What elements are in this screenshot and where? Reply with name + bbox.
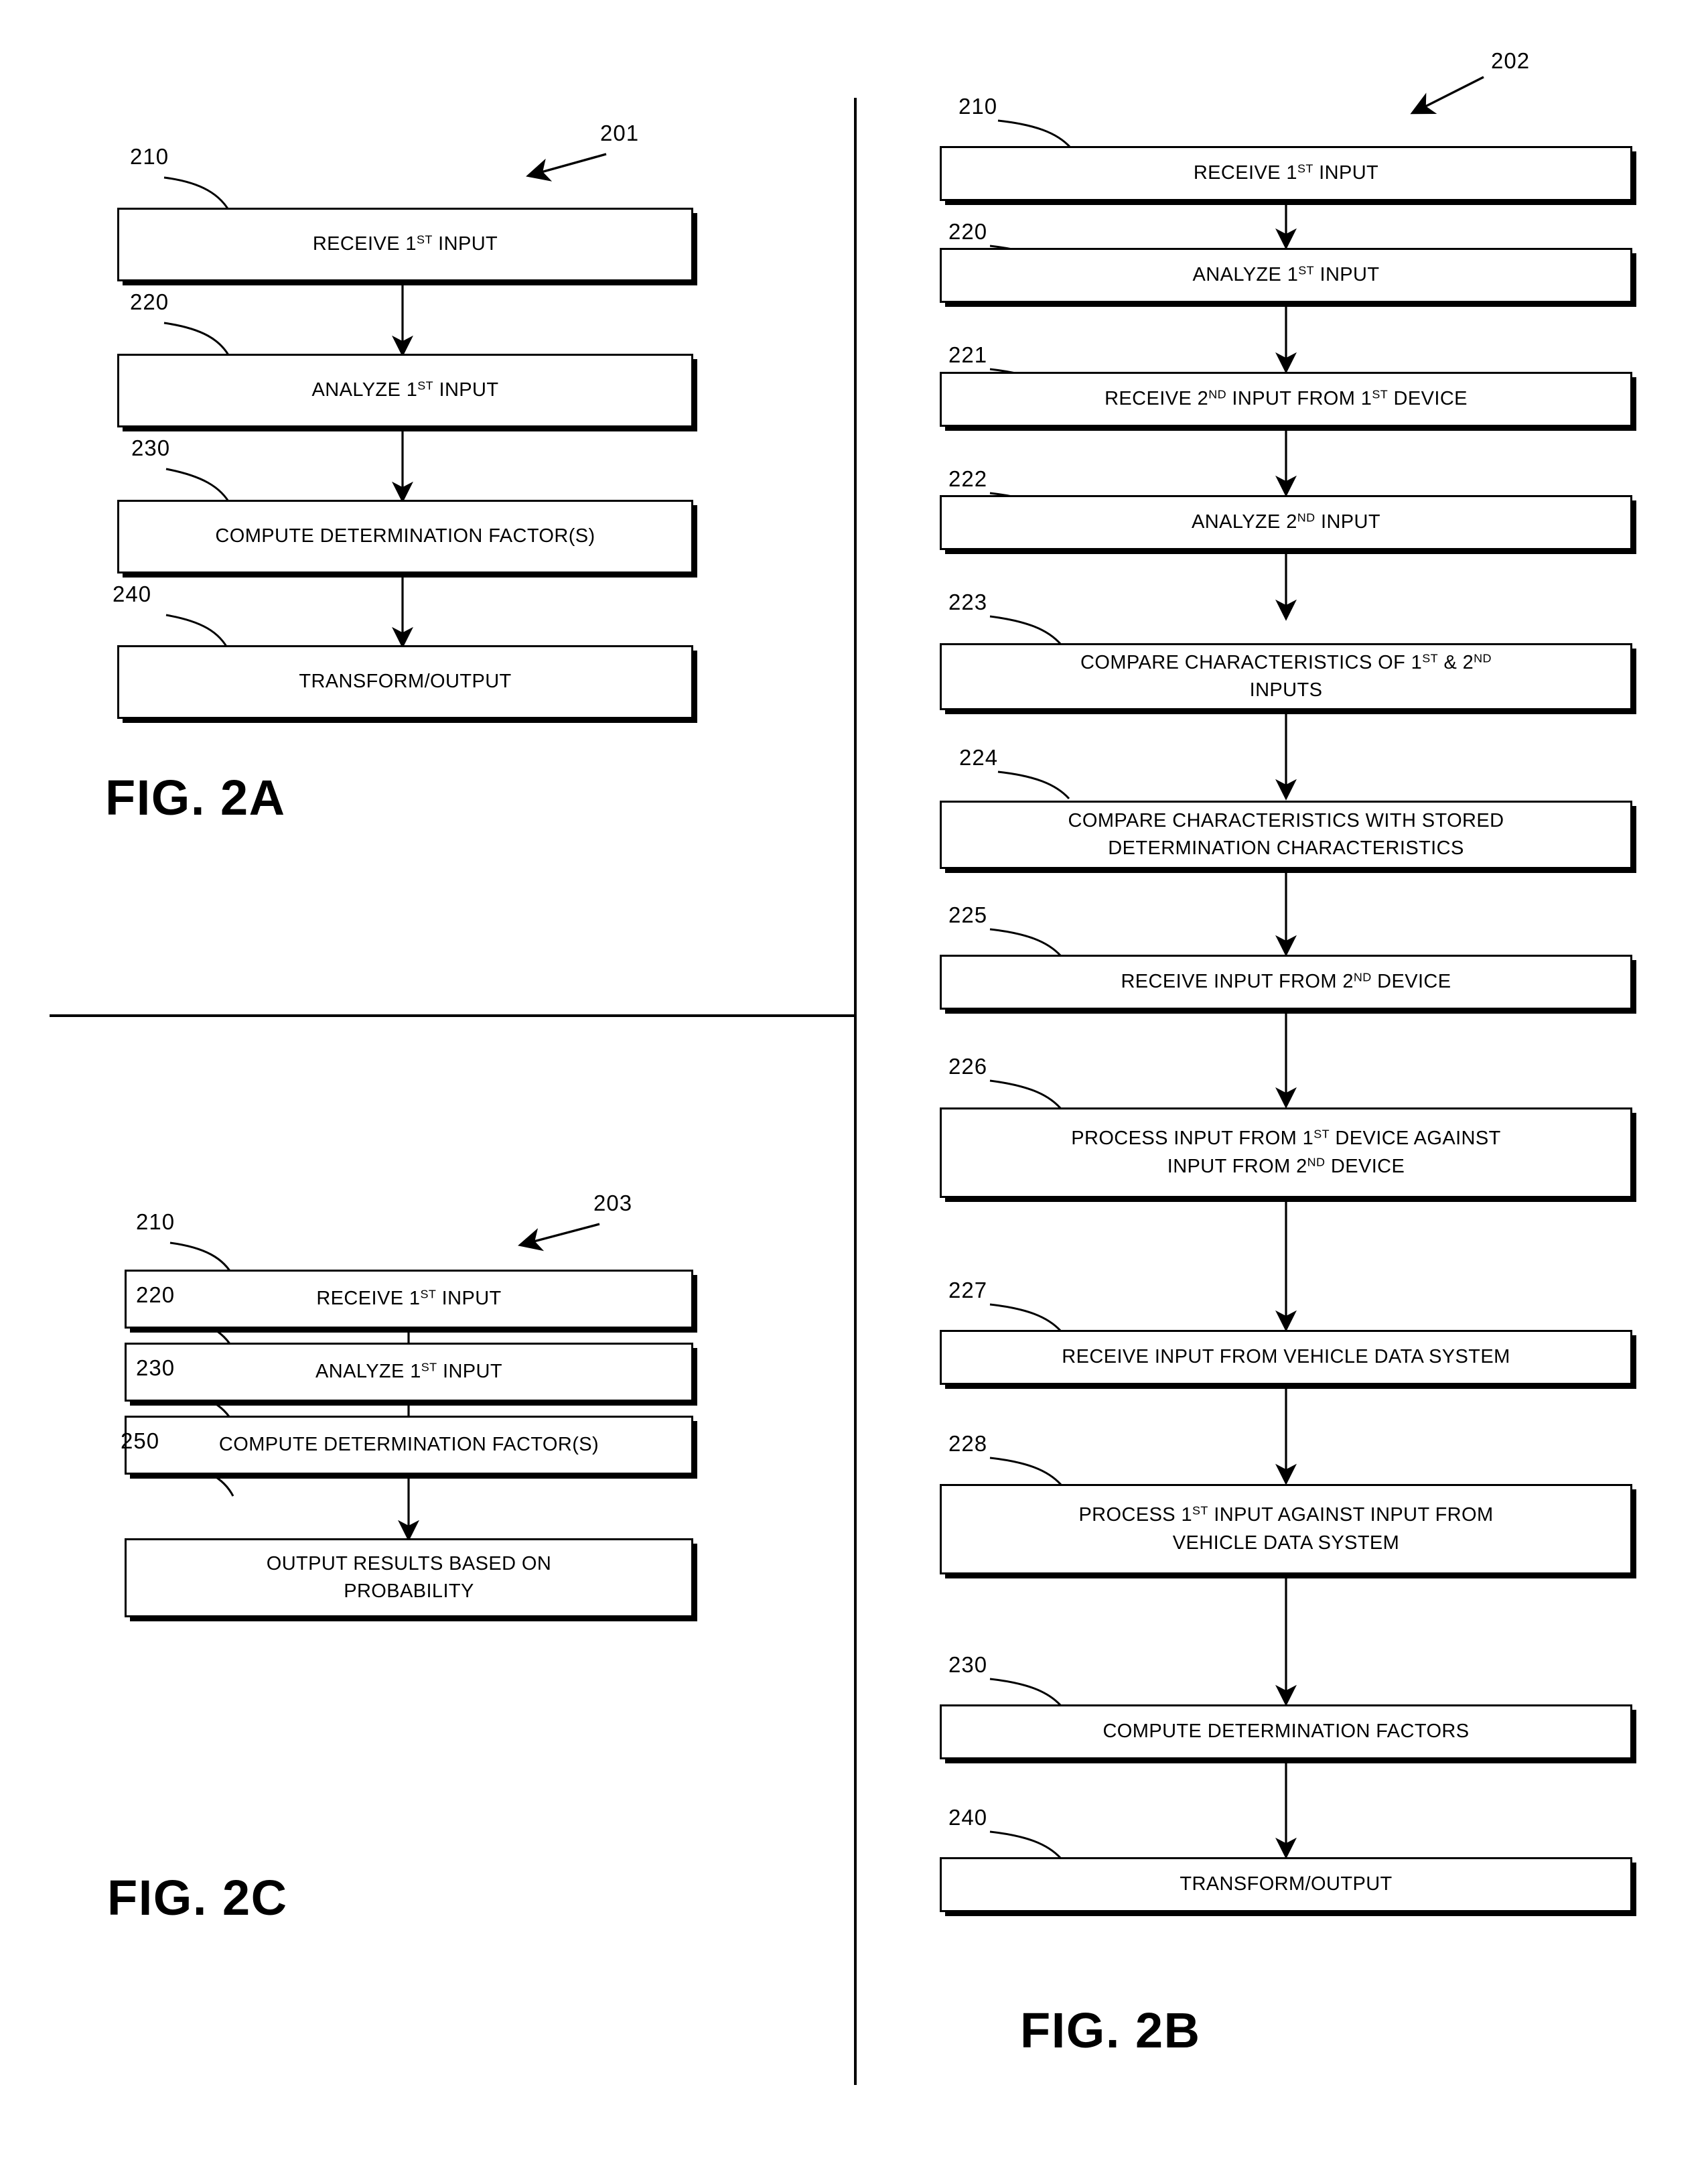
fig2b-step-box-227[interactable]: RECEIVE INPUT FROM VEHICLE DATA SYSTEM [940,1330,1632,1385]
fig2c-flow-numeral: 203 [593,1191,633,1215]
fig2b-step-box-230[interactable]: COMPUTE DETERMINATION FACTORS [940,1704,1632,1759]
fig2b-step-label-228: PROCESS 1ST INPUT AGAINST INPUT FROM VEHI… [1078,1503,1494,1554]
fig2c-step-box-210[interactable]: RECEIVE 1ST INPUT [125,1270,693,1329]
fig2a-step-box-210[interactable]: RECEIVE 1ST INPUT [117,208,693,281]
fig2b-step-box-228[interactable]: PROCESS 1ST INPUT AGAINST INPUT FROM VEHI… [940,1484,1632,1574]
fig2c-step-label-210: RECEIVE 1ST INPUT [316,1288,502,1310]
fig2b-step-numeral-225: 225 [948,902,988,927]
fig2a-step-label-230: COMPUTE DETERMINATION FACTOR(S) [215,525,595,547]
fig2a-step-label-220: ANALYZE 1ST INPUT [311,379,499,401]
fig2a-step-box-230[interactable]: COMPUTE DETERMINATION FACTOR(S) [117,500,693,573]
left-column-divider-horizontal [50,1014,857,1017]
fig2b-flow-numeral: 202 [1491,48,1531,73]
fig2b-step-label-222: ANALYZE 2ND INPUT [1191,511,1381,533]
fig2b-step-label-240: TRANSFORM/OUTPUT [1180,1873,1393,1895]
fig2b-step-label-223: COMPARE CHARACTERISTICS OF 1ST & 2ND INPU… [1080,651,1492,701]
fig2b-step-numeral-226: 226 [948,1054,988,1079]
fig2b-step-numeral-228: 228 [948,1431,988,1456]
fig2a-step-numeral-240: 240 [113,582,152,606]
fig2b-step-label-220: ANALYZE 1ST INPUT [1192,264,1380,286]
fig2b-caption: FIG. 2B [1020,2003,1201,2058]
fig2c-step-label-230: COMPUTE DETERMINATION FACTOR(S) [218,1434,599,1456]
fig2b-step-box-223[interactable]: COMPARE CHARACTERISTICS OF 1ST & 2ND INPU… [940,643,1632,710]
fig2b-step-numeral-210: 210 [958,94,998,119]
fig2a-step-label-240: TRANSFORM/OUTPUT [299,671,512,693]
fig2b-step-label-226: PROCESS INPUT FROM 1ST DEVICE AGAINST INP… [1071,1127,1501,1177]
fig2b-step-label-227: RECEIVE INPUT FROM VEHICLE DATA SYSTEM [1062,1346,1510,1368]
fig2c-step-box-220[interactable]: ANALYZE 1ST INPUT [125,1343,693,1402]
fig2b-step-label-230: COMPUTE DETERMINATION FACTORS [1102,1720,1470,1743]
fig2b-step-box-226[interactable]: PROCESS INPUT FROM 1ST DEVICE AGAINST INP… [940,1107,1632,1198]
fig2a-flow-numeral: 201 [600,121,640,145]
fig2b-step-box-221[interactable]: RECEIVE 2ND INPUT FROM 1ST DEVICE [940,372,1632,427]
fig2a-step-box-220[interactable]: ANALYZE 1ST INPUT [117,354,693,427]
fig2c-step-box-230[interactable]: COMPUTE DETERMINATION FACTOR(S) [125,1416,693,1475]
fig2b-step-box-222[interactable]: ANALYZE 2ND INPUT [940,495,1632,550]
fig2b-step-box-224[interactable]: COMPARE CHARACTERISTICS WITH STORED DETER… [940,801,1632,869]
fig2b-step-label-210: RECEIVE 1ST INPUT [1193,162,1379,184]
fig2c-caption: FIG. 2C [107,1870,288,1926]
fig2a-caption: FIG. 2A [105,770,286,825]
fig2b-step-numeral-224: 224 [959,745,999,770]
fig2b-step-box-240[interactable]: TRANSFORM/OUTPUT [940,1857,1632,1912]
fig2b-step-numeral-223: 223 [948,590,988,614]
column-divider-vertical [854,98,857,2085]
fig2b-step-label-221: RECEIVE 2ND INPUT FROM 1ST DEVICE [1105,388,1468,410]
fig2a-step-label-210: RECEIVE 1ST INPUT [312,233,498,255]
fig2b-step-numeral-220: 220 [948,219,988,244]
fig2c-step-label-220: ANALYZE 1ST INPUT [315,1361,503,1383]
fig2b-step-box-220[interactable]: ANALYZE 1ST INPUT [940,248,1632,303]
fig2b-step-numeral-221: 221 [948,342,988,367]
patent-figure-sheet: 201 210 RECEIVE 1ST INPUT 220 ANALYZE 1S… [0,0,1708,2160]
fig2b-step-label-224: COMPARE CHARACTERISTICS WITH STORED DETER… [1068,809,1504,859]
fig2b-step-numeral-230: 230 [948,1652,988,1677]
fig2a-step-numeral-210: 210 [130,144,169,169]
fig2c-step-label-250: OUTPUT RESULTS BASED ON PROBABILITY [266,1552,552,1602]
fig2c-step-numeral-210: 210 [136,1209,175,1234]
fig2c-step-numeral-230: 230 [136,1355,175,1380]
fig2c-step-numeral-220: 220 [136,1282,175,1307]
fig2b-step-box-225[interactable]: RECEIVE INPUT FROM 2ND DEVICE [940,955,1632,1010]
fig2a-step-box-240[interactable]: TRANSFORM/OUTPUT [117,645,693,719]
fig2c-step-box-250[interactable]: OUTPUT RESULTS BASED ON PROBABILITY [125,1538,693,1617]
fig2a-step-numeral-220: 220 [130,289,169,314]
fig2c-step-numeral-250: 250 [121,1428,160,1453]
fig2b-step-box-210[interactable]: RECEIVE 1ST INPUT [940,146,1632,201]
fig2b-step-label-225: RECEIVE INPUT FROM 2ND DEVICE [1121,971,1451,993]
fig2b-step-numeral-227: 227 [948,1278,988,1302]
fig2a-step-numeral-230: 230 [131,435,171,460]
fig2b-step-numeral-222: 222 [948,466,988,491]
fig2b-step-numeral-240: 240 [948,1805,988,1830]
